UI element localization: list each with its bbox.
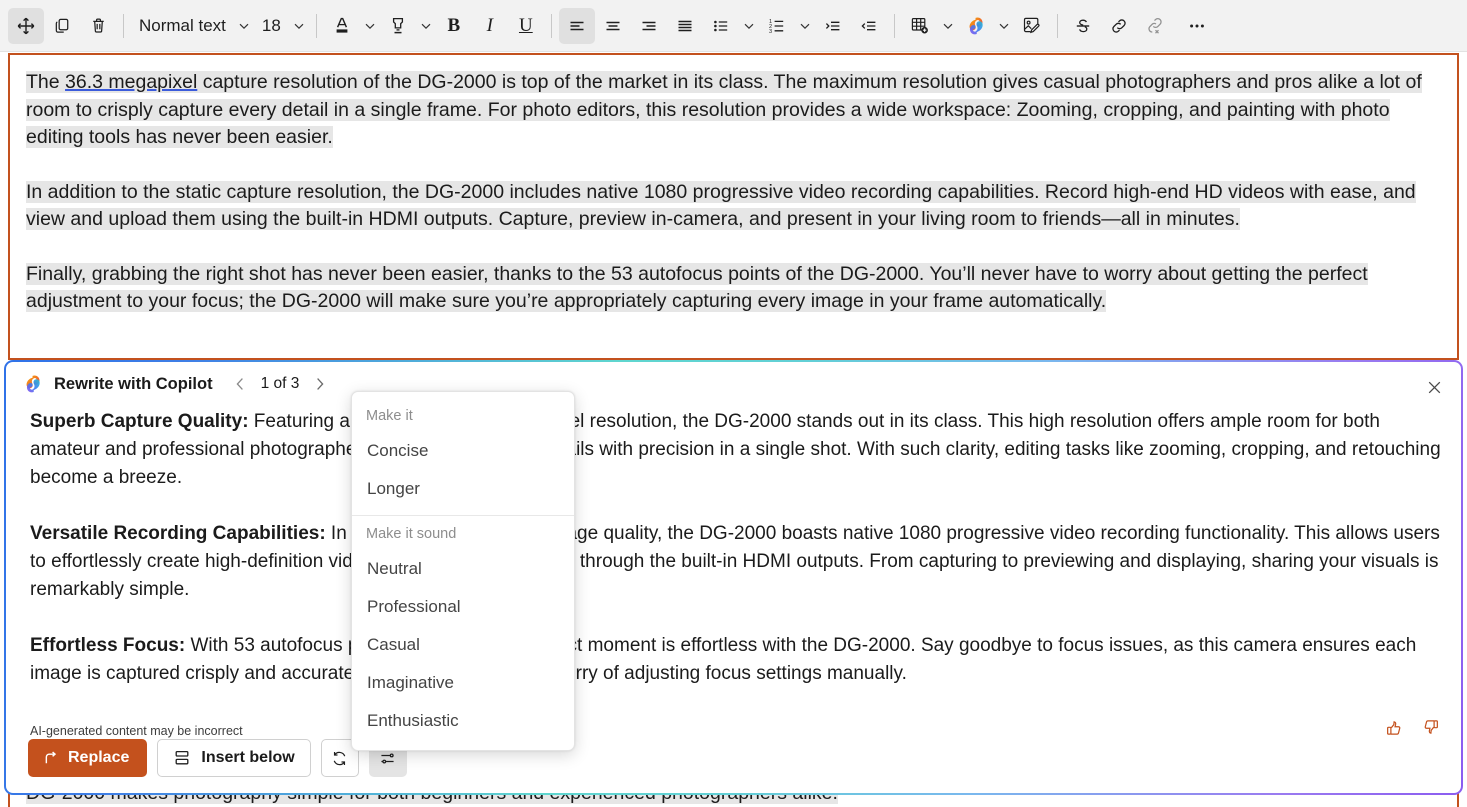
- style-dropdown[interactable]: Normal text: [131, 9, 234, 43]
- feedback-controls: [1381, 714, 1443, 740]
- document-paragraph-1: The 36.3 megapixel capture resolution of…: [26, 69, 1441, 152]
- copilot-paragraph-3-heading: Effortless Focus:: [30, 635, 185, 656]
- menu-item-professional[interactable]: Professional: [352, 588, 574, 626]
- font-color-icon[interactable]: [324, 8, 360, 44]
- formatting-toolbar: Normal text 18: [0, 0, 1467, 52]
- replace-button[interactable]: Replace: [28, 739, 147, 777]
- align-center-button[interactable]: [595, 8, 631, 44]
- chevron-down-icon[interactable]: [289, 8, 309, 44]
- move-handle-icon[interactable]: [8, 8, 44, 44]
- copilot-paragraph-1-heading: Superb Capture Quality:: [30, 411, 249, 432]
- italic-button[interactable]: I: [472, 8, 508, 44]
- copilot-paragraph-2: Versatile Recording Capabilities: In add…: [30, 520, 1441, 604]
- menu-item-neutral[interactable]: Neutral: [352, 550, 574, 588]
- toolbar-divider: [123, 14, 124, 38]
- document-body: The 36.3 megapixel capture resolution of…: [10, 55, 1457, 316]
- toolbar-divider: [551, 14, 552, 38]
- copilot-suggestion-body: Superb Capture Quality: Featuring a rema…: [6, 406, 1461, 688]
- thumbs-up-icon[interactable]: [1381, 714, 1407, 740]
- paragraph-2-text: In addition to the static capture resolu…: [26, 181, 1416, 231]
- insert-below-icon: [173, 749, 191, 767]
- copilot-panel-header: Rewrite with Copilot 1 of 3: [6, 362, 1461, 406]
- duplicate-icon[interactable]: [44, 8, 80, 44]
- close-icon[interactable]: [1419, 372, 1449, 402]
- align-right-button[interactable]: [631, 8, 667, 44]
- chevron-down-icon[interactable]: [994, 8, 1014, 44]
- trash-icon[interactable]: [80, 8, 116, 44]
- bold-button[interactable]: B: [436, 8, 472, 44]
- chevron-down-icon[interactable]: [234, 8, 254, 44]
- suggestion-counter: 1 of 3: [257, 375, 304, 393]
- copilot-paragraph-3: Effortless Focus: With 53 autofocus poin…: [30, 632, 1441, 688]
- rewrite-with-copilot-panel: Rewrite with Copilot 1 of 3 Superb: [4, 360, 1463, 795]
- copilot-paragraph-3-body: With 53 autofocus points, capturing the …: [30, 635, 1416, 684]
- paragraph-3-text: Finally, grabbing the right shot has nev…: [26, 263, 1368, 313]
- underline-button[interactable]: U: [508, 8, 544, 44]
- chevron-down-icon[interactable]: [416, 8, 436, 44]
- toolbar-divider: [894, 14, 895, 38]
- menu-item-enthusiastic[interactable]: Enthusiastic: [352, 702, 574, 740]
- font-size-dropdown[interactable]: 18: [254, 9, 289, 43]
- rewrite-options-menu: Make it Concise Longer Make it sound Neu…: [351, 391, 575, 751]
- paragraph-1-prefix: The: [26, 71, 65, 93]
- document-canvas[interactable]: The 36.3 megapixel capture resolution of…: [8, 53, 1459, 360]
- document-paragraph-2: In addition to the static capture resolu…: [26, 179, 1441, 234]
- menu-item-concise[interactable]: Concise: [352, 432, 574, 470]
- chevron-down-icon[interactable]: [739, 8, 759, 44]
- copilot-icon: [22, 373, 44, 395]
- table-add-icon[interactable]: [902, 8, 938, 44]
- menu-group-label-make-it: Make it: [352, 398, 574, 432]
- ai-disclaimer: AI-generated content may be incorrect: [30, 724, 243, 738]
- toolbar-divider: [1057, 14, 1058, 38]
- highlight-icon[interactable]: [380, 8, 416, 44]
- chevron-down-icon[interactable]: [938, 8, 958, 44]
- chevron-down-icon[interactable]: [795, 8, 815, 44]
- copilot-icon[interactable]: [958, 8, 994, 44]
- replace-button-label: Replace: [68, 749, 129, 767]
- menu-item-longer[interactable]: Longer: [352, 470, 574, 508]
- link-icon[interactable]: [1101, 8, 1137, 44]
- decrease-indent-button[interactable]: [851, 8, 887, 44]
- paragraph-1-rest: capture resolution of the DG-2000 is top…: [26, 71, 1422, 148]
- app-root: Normal text 18: [0, 0, 1467, 807]
- image-edit-icon[interactable]: [1014, 8, 1050, 44]
- replace-arrow-icon: [42, 750, 59, 767]
- next-suggestion-button[interactable]: [307, 371, 333, 397]
- insert-below-label: Insert below: [201, 749, 294, 767]
- bulleted-list-button[interactable]: [703, 8, 739, 44]
- menu-item-imaginative[interactable]: Imaginative: [352, 664, 574, 702]
- svg-text:3: 3: [769, 29, 772, 35]
- numbered-list-button[interactable]: 1 2 3: [759, 8, 795, 44]
- document-paragraph-3: Finally, grabbing the right shot has nev…: [26, 261, 1441, 316]
- menu-group-label-make-it-sound: Make it sound: [352, 516, 574, 550]
- link-remove-icon[interactable]: [1137, 8, 1173, 44]
- thumbs-down-icon[interactable]: [1417, 714, 1443, 740]
- copilot-panel-inner: Rewrite with Copilot 1 of 3 Superb: [6, 362, 1461, 793]
- megapixel-link[interactable]: 36.3 megapixel: [65, 71, 197, 93]
- menu-item-casual[interactable]: Casual: [352, 626, 574, 664]
- copilot-paragraph-1: Superb Capture Quality: Featuring a rema…: [30, 408, 1441, 492]
- align-justify-button[interactable]: [667, 8, 703, 44]
- increase-indent-button[interactable]: [815, 8, 851, 44]
- strikethrough-button[interactable]: [1065, 8, 1101, 44]
- suggestion-pager: 1 of 3: [227, 371, 334, 397]
- copilot-panel-title: Rewrite with Copilot: [54, 375, 213, 394]
- chevron-down-icon[interactable]: [360, 8, 380, 44]
- previous-suggestion-button[interactable]: [227, 371, 253, 397]
- insert-below-button[interactable]: Insert below: [157, 739, 310, 777]
- copilot-paragraph-2-heading: Versatile Recording Capabilities:: [30, 523, 326, 544]
- align-left-button[interactable]: [559, 8, 595, 44]
- toolbar-divider: [316, 14, 317, 38]
- copilot-action-bar: Replace Insert below: [28, 739, 407, 777]
- more-options-button[interactable]: [1179, 8, 1215, 44]
